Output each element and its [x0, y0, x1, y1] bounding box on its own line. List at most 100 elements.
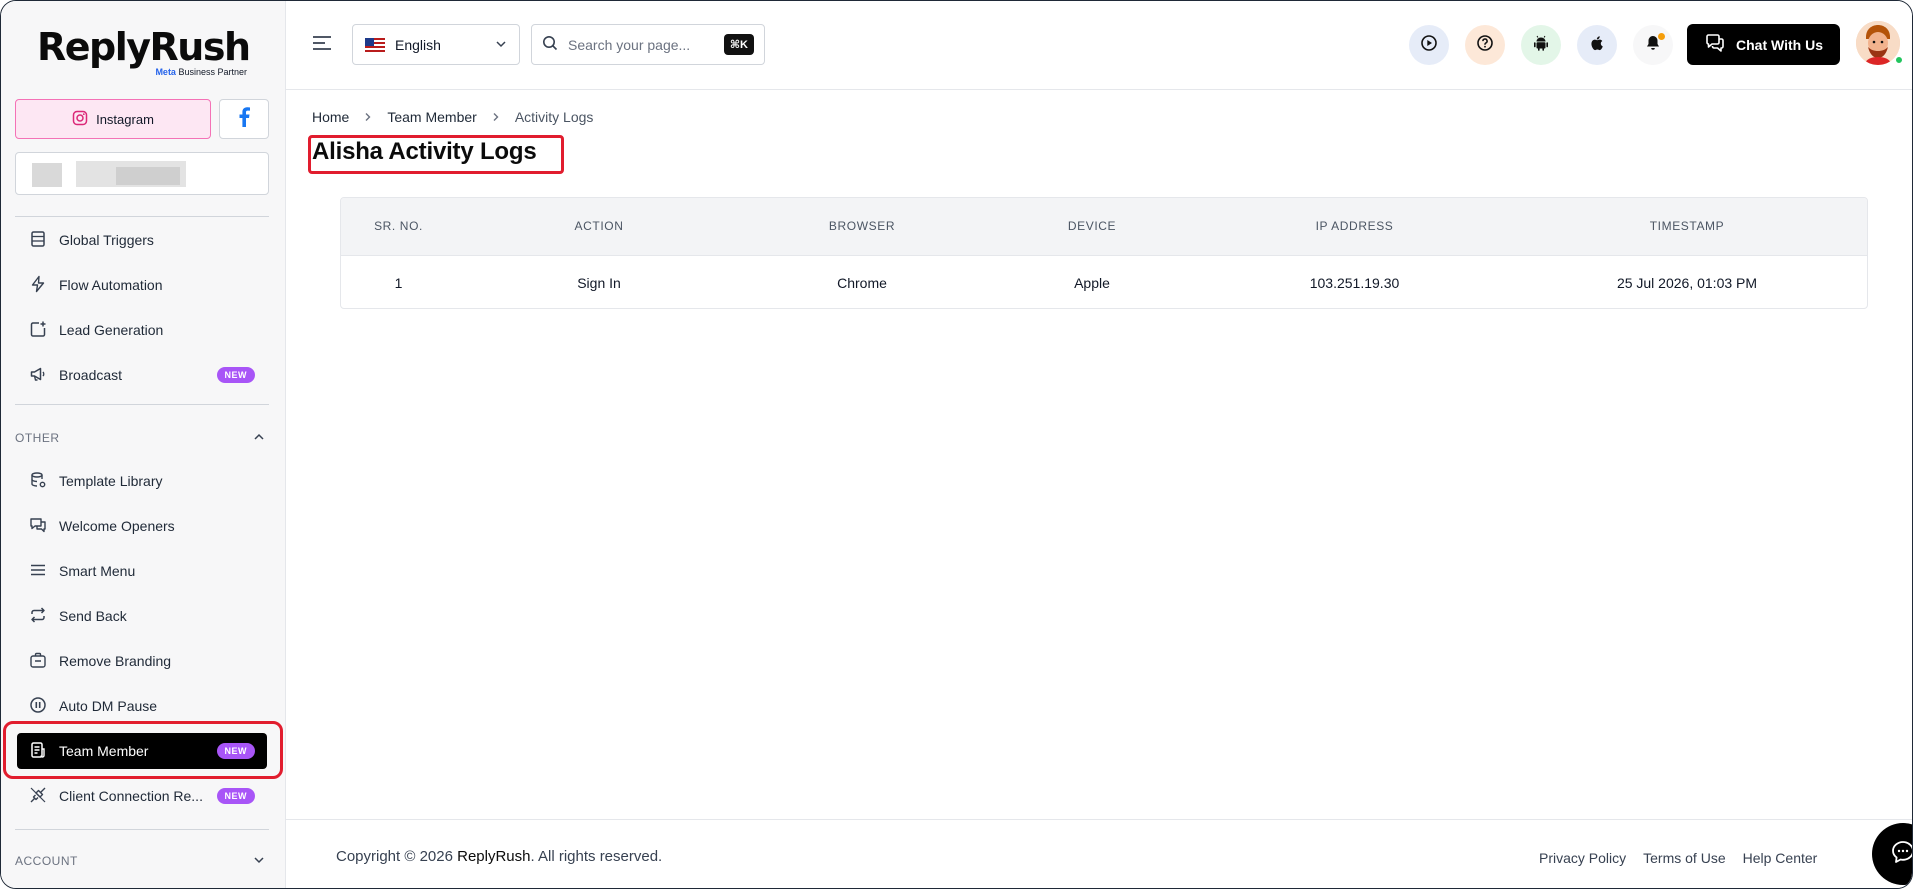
- sidebar-item-label: Welcome Openers: [59, 518, 175, 534]
- repeat-icon: [29, 606, 47, 627]
- sidebar-item-auto-dm-pause[interactable]: Auto DM Pause: [17, 688, 267, 724]
- sidebar: ReplyRush Meta Business Partner Instagra…: [1, 1, 286, 888]
- cell-timestamp: 25 Jul 2026, 01:03 PM: [1616, 274, 1758, 291]
- search-placeholder: Search your page...: [568, 36, 691, 53]
- menu-toggle-icon[interactable]: [312, 35, 334, 53]
- sidebar-item-label: Smart Menu: [59, 563, 136, 579]
- notifications-button[interactable]: [1633, 25, 1673, 65]
- table-header-row: SR. NO. ACTION BROWSER DEVICE IP ADDRESS…: [341, 198, 1867, 255]
- help-center-link[interactable]: Help Center: [1743, 850, 1818, 866]
- new-badge: NEW: [216, 367, 255, 383]
- cell-sr-no: 1: [394, 274, 403, 291]
- chevron-right-icon: [491, 110, 501, 125]
- sidebar-divider: [15, 216, 269, 217]
- cell-device: Apple: [1074, 274, 1110, 291]
- app-window: ReplyRush Meta Business Partner Instagra…: [0, 0, 1913, 889]
- breadcrumb-team-member[interactable]: Team Member: [387, 109, 476, 125]
- breadcrumb-home[interactable]: Home: [312, 109, 349, 125]
- sidebar-item-remove-branding[interactable]: Remove Branding: [17, 643, 267, 679]
- column-header-action: ACTION: [574, 219, 624, 234]
- facebook-button[interactable]: [219, 99, 269, 139]
- redacted-avatar: [32, 163, 62, 187]
- platform-switcher: Instagram: [15, 99, 269, 139]
- sidebar-item-label: Broadcast: [59, 367, 123, 383]
- sidebar-divider: [15, 404, 269, 405]
- page-title: Alisha Activity Logs: [312, 138, 537, 165]
- account-selector[interactable]: [15, 152, 269, 195]
- sidebar-item-send-back[interactable]: Send Back: [17, 598, 267, 634]
- pause-circle-icon: [29, 696, 47, 717]
- section-header-account[interactable]: ACCOUNT: [15, 851, 269, 871]
- section-label: ACCOUNT: [15, 854, 78, 868]
- business-partner-text: Business Partner: [175, 67, 247, 77]
- footer: Copyright © 2026 ReplyRush. All rights r…: [286, 819, 1912, 888]
- chat-bubbles-icon: [1704, 33, 1726, 56]
- language-select[interactable]: English: [352, 24, 520, 65]
- copyright-suffix: . All rights reserved.: [530, 848, 663, 865]
- sidebar-divider: [15, 829, 269, 830]
- database-gear-icon: [29, 471, 47, 492]
- plug-icon: [29, 786, 47, 807]
- copyright-prefix: Copyright © 2026: [336, 848, 458, 865]
- sidebar-item-lead-generation[interactable]: Lead Generation: [17, 312, 267, 348]
- android-app-button[interactable]: [1521, 25, 1561, 65]
- search-icon: [542, 35, 558, 54]
- megaphone-icon: [29, 365, 47, 386]
- sidebar-item-team-member[interactable]: Team Member NEW: [17, 733, 267, 769]
- meta-mark: Meta: [155, 67, 176, 77]
- sidebar-item-label: Auto DM Pause: [59, 698, 158, 714]
- briefcase-icon: [29, 651, 47, 672]
- search-input[interactable]: Search your page... ⌘K: [531, 24, 765, 65]
- new-badge: NEW: [216, 788, 255, 804]
- chevron-down-icon: [495, 37, 507, 53]
- language-value: English: [395, 36, 441, 53]
- chevron-down-icon: [253, 854, 265, 869]
- lightning-icon: [29, 275, 47, 296]
- chat-bubble-icon: [1890, 839, 1912, 870]
- play-circle-icon: [1420, 34, 1438, 57]
- sidebar-item-label: Global Triggers: [59, 232, 154, 248]
- section-header-other[interactable]: OTHER: [15, 428, 269, 448]
- help-button[interactable]: [1465, 25, 1505, 65]
- sidebar-item-template-library[interactable]: Template Library: [17, 463, 267, 499]
- facebook-icon: [238, 106, 250, 132]
- cell-ip-address: 103.251.19.30: [1309, 274, 1400, 291]
- document-list-icon: [29, 741, 47, 762]
- question-circle-icon: [1476, 34, 1494, 57]
- ios-app-button[interactable]: [1577, 25, 1617, 65]
- sidebar-item-broadcast[interactable]: Broadcast NEW: [17, 357, 267, 393]
- column-header-browser: BROWSER: [828, 219, 896, 234]
- column-header-sr-no: SR. NO.: [374, 219, 423, 234]
- activity-logs-table: SR. NO. ACTION BROWSER DEVICE IP ADDRESS…: [340, 197, 1868, 309]
- sidebar-item-label: Flow Automation: [59, 277, 163, 293]
- instagram-icon: [72, 110, 88, 129]
- sidebar-item-label: Send Back: [59, 608, 127, 624]
- video-tutorial-button[interactable]: [1409, 25, 1449, 65]
- top-header: English Search your page... ⌘K Chat With…: [286, 1, 1912, 90]
- copyright-text: Copyright © 2026 ReplyRush. All rights r…: [336, 848, 662, 865]
- sidebar-item-flow-automation[interactable]: Flow Automation: [17, 267, 267, 303]
- notification-dot: [1658, 33, 1665, 40]
- instagram-button[interactable]: Instagram: [15, 99, 211, 139]
- sidebar-item-smart-menu[interactable]: Smart Menu: [17, 553, 267, 589]
- breadcrumb: Home Team Member Activity Logs: [312, 109, 593, 125]
- logo-text: ReplyRush: [37, 25, 251, 69]
- sidebar-item-label: Lead Generation: [59, 322, 164, 338]
- online-status-indicator: [1894, 55, 1904, 65]
- privacy-policy-link[interactable]: Privacy Policy: [1539, 850, 1626, 866]
- table-row: 1 Sign In Chrome Apple 103.251.19.30 25 …: [341, 255, 1867, 308]
- sidebar-item-client-connection[interactable]: Client Connection Re... NEW: [17, 778, 267, 814]
- cell-browser: Chrome: [837, 274, 887, 291]
- chat-with-us-button[interactable]: Chat With Us: [1687, 24, 1840, 65]
- chevron-right-icon: [363, 110, 373, 125]
- redacted-account-name-part: [116, 167, 180, 185]
- us-flag-icon: [365, 37, 385, 52]
- sidebar-item-welcome-openers[interactable]: Welcome Openers: [17, 508, 267, 544]
- chevron-up-icon: [253, 431, 265, 446]
- sidebar-item-global-triggers[interactable]: Global Triggers: [17, 222, 267, 258]
- terms-of-use-link[interactable]: Terms of Use: [1643, 850, 1725, 866]
- logo-subtext: Meta Business Partner: [155, 67, 247, 77]
- sidebar-item-label: Team Member: [59, 743, 149, 759]
- column-header-ip-address: IP ADDRESS: [1315, 219, 1394, 234]
- logo[interactable]: ReplyRush Meta Business Partner: [37, 25, 257, 81]
